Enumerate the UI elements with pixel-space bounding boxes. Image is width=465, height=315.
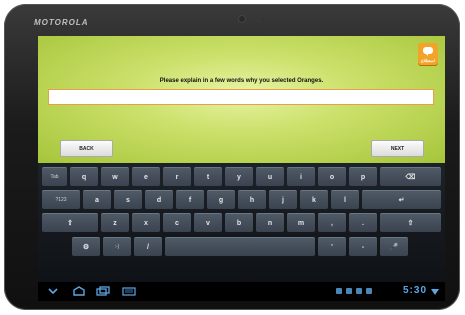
key-z[interactable]: z [101, 213, 129, 232]
key-s[interactable]: s [114, 190, 142, 209]
home-icon[interactable] [72, 286, 86, 299]
notification-icon [336, 288, 342, 294]
wifi-icon [431, 287, 439, 298]
recent-apps-icon[interactable] [96, 286, 110, 299]
key-r[interactable]: r [163, 167, 191, 186]
key-o[interactable]: o [318, 167, 346, 186]
key-b[interactable]: b [225, 213, 253, 232]
front-camera [239, 16, 245, 22]
key-k[interactable]: k [300, 190, 328, 209]
light-sensor [262, 18, 265, 21]
brand-logo: MOTOROLA [34, 18, 89, 27]
key-j[interactable]: j [269, 190, 297, 209]
key-backspace[interactable]: ⌫ [380, 167, 441, 186]
back-button[interactable]: BACK [60, 140, 113, 157]
key-microphone[interactable]: 🎤 [380, 237, 408, 256]
key-t[interactable]: t [194, 167, 222, 186]
key-g[interactable]: g [207, 190, 235, 209]
screen: استطلاع Please explain in a few words wh… [38, 36, 445, 301]
key-shift-left[interactable]: ⇧ [42, 213, 98, 232]
usb-icon [366, 288, 372, 294]
key-u[interactable]: u [256, 167, 284, 186]
key-x[interactable]: x [132, 213, 160, 232]
key-enter[interactable]: ↵ [362, 190, 441, 209]
survey-app: استطلاع Please explain in a few words wh… [38, 36, 445, 163]
key-p[interactable]: p [349, 167, 377, 186]
key-period[interactable]: . [349, 213, 377, 232]
next-button[interactable]: NEXT [371, 140, 424, 157]
key-symbols[interactable]: ?123 [42, 190, 80, 209]
key-m[interactable]: m [287, 213, 315, 232]
key-tab[interactable]: Tab [42, 167, 67, 186]
key-y[interactable]: y [225, 167, 253, 186]
key-settings[interactable]: ⚙ [72, 237, 100, 256]
key-d[interactable]: d [145, 190, 173, 209]
key-i[interactable]: i [287, 167, 315, 186]
key-h[interactable]: h [238, 190, 266, 209]
keyboard-icon[interactable] [122, 286, 136, 299]
key-apostrophe[interactable]: ' [318, 237, 346, 256]
key-slash[interactable]: / [134, 237, 162, 256]
key-q[interactable]: q [70, 167, 98, 186]
speech-bubble-icon [423, 47, 433, 56]
key-f[interactable]: f [176, 190, 204, 209]
tablet-device: MOTOROLA استطلاع Please explain in a few… [4, 4, 460, 310]
key-dash[interactable]: - [349, 237, 377, 256]
key-l[interactable]: l [331, 190, 359, 209]
key-e[interactable]: e [132, 167, 160, 186]
back-icon[interactable] [48, 286, 62, 299]
key-w[interactable]: w [101, 167, 129, 186]
question-text: Please explain in a few words why you se… [159, 78, 324, 84]
on-screen-keyboard: Tab q w e r t y u i o p ⌫ ?123 a s d f g… [38, 163, 445, 282]
answer-input[interactable] [48, 89, 434, 105]
sync-icon [346, 288, 352, 294]
app-logo: استطلاع [418, 43, 438, 65]
key-c[interactable]: c [163, 213, 191, 232]
key-smiley[interactable]: :-) [103, 237, 131, 256]
key-n[interactable]: n [256, 213, 284, 232]
key-a[interactable]: a [83, 190, 111, 209]
logo-text: استطلاع [421, 58, 435, 63]
key-space[interactable] [165, 237, 315, 256]
clock: 5:30 [402, 285, 427, 296]
key-shift-right[interactable]: ⇧ [380, 213, 441, 232]
key-v[interactable]: v [194, 213, 222, 232]
download-icon [356, 288, 362, 294]
key-comma[interactable]: , [318, 213, 346, 232]
system-bar: 5:30 [38, 282, 445, 301]
